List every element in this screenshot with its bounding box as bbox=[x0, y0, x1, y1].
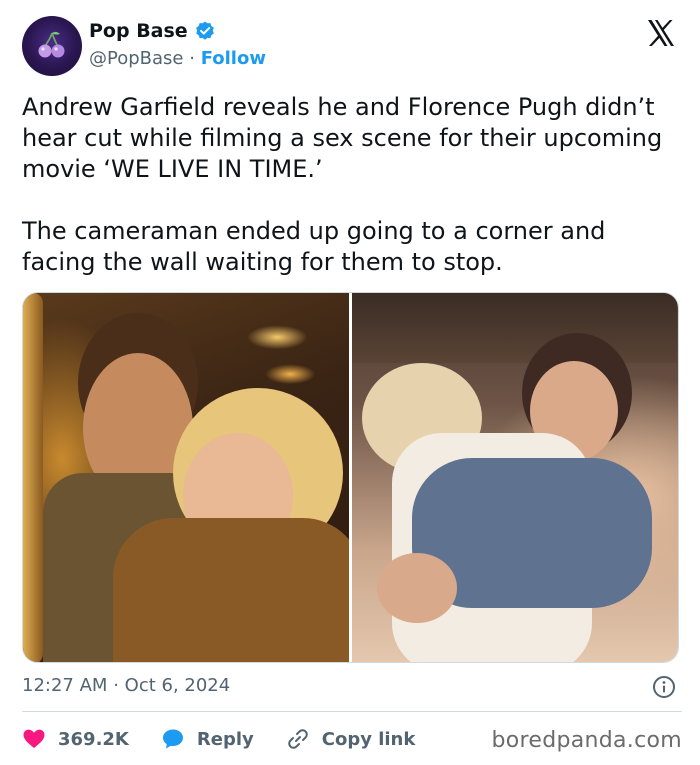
watermark: boredpanda.com bbox=[491, 728, 682, 753]
follow-button[interactable]: Follow bbox=[201, 48, 266, 69]
tweet-paragraph: The cameraman ended up going to a corner… bbox=[22, 217, 606, 276]
time: 12:27 AM bbox=[22, 675, 108, 696]
cherry-icon bbox=[38, 31, 65, 58]
speech-bubble-icon bbox=[162, 729, 183, 749]
name-row: Pop Base bbox=[89, 20, 216, 42]
handle-separator: · bbox=[189, 48, 195, 69]
tweet-text: Andrew Garfield reveals he and Florence … bbox=[22, 92, 682, 278]
reply-label: Reply bbox=[196, 728, 254, 750]
copy-link-label: Copy link bbox=[321, 728, 416, 750]
like-count: 369.2K bbox=[58, 728, 129, 750]
tweet-header: Pop Base @PopBase · Follow bbox=[22, 16, 682, 78]
photo-right[interactable] bbox=[352, 293, 678, 662]
verified-badge-icon bbox=[195, 21, 214, 40]
handle[interactable]: @PopBase bbox=[89, 48, 183, 69]
like-button[interactable]: 369.2K bbox=[22, 727, 129, 751]
timestamp[interactable]: 12:27 AM · Oct 6, 2024 bbox=[22, 675, 230, 696]
display-name[interactable]: Pop Base bbox=[89, 20, 188, 42]
tweet-meta: 12:27 AM · Oct 6, 2024 bbox=[22, 675, 682, 699]
media-grid bbox=[22, 292, 679, 663]
tweet-card: Pop Base @PopBase · Follow Andrew Garfie… bbox=[0, 0, 700, 765]
meta-separator: · bbox=[113, 675, 119, 696]
date: Oct 6, 2024 bbox=[124, 675, 231, 696]
action-bar: 369.2K Reply Copy link boredpanda.com bbox=[22, 724, 682, 754]
heart-icon bbox=[23, 729, 45, 748]
info-icon[interactable] bbox=[652, 675, 676, 699]
x-logo-icon[interactable] bbox=[646, 18, 676, 48]
divider bbox=[22, 711, 682, 712]
link-icon bbox=[287, 729, 308, 749]
photo-left[interactable] bbox=[23, 293, 349, 662]
reply-button[interactable]: Reply bbox=[161, 727, 254, 751]
handle-row: @PopBase · Follow bbox=[89, 48, 266, 69]
copy-link-button[interactable]: Copy link bbox=[286, 727, 416, 751]
avatar[interactable] bbox=[22, 16, 82, 76]
tweet-paragraph: Andrew Garfield reveals he and Florence … bbox=[22, 93, 663, 183]
